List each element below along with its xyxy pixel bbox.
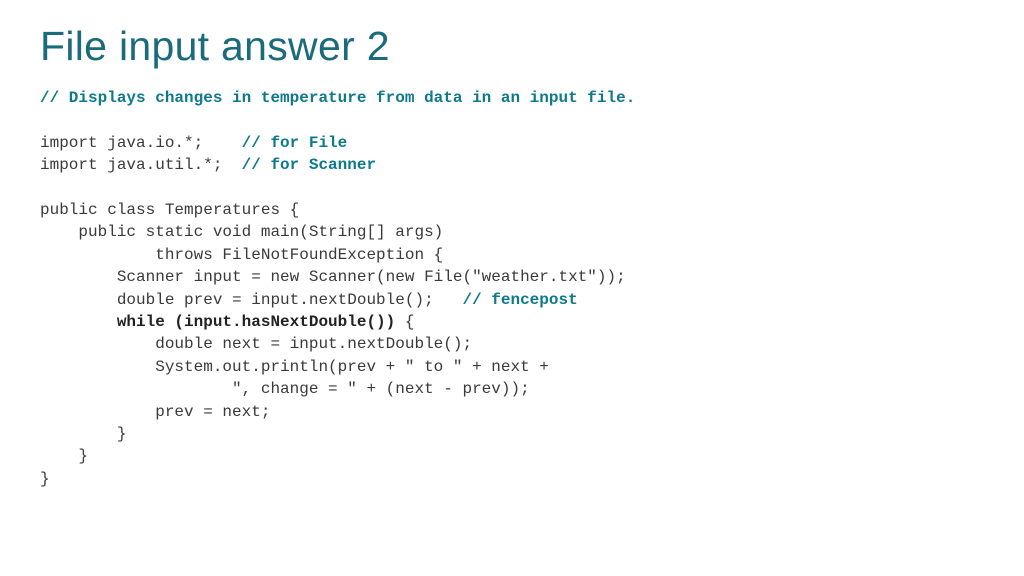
while-loop: while (input.hasNextDouble()) — [40, 313, 395, 331]
while-brace: { — [395, 313, 414, 331]
comment-file: // for File — [242, 134, 348, 152]
prev-init: double prev = input.nextDouble(); — [40, 291, 462, 309]
println-1: System.out.println(prev + " to " + next … — [40, 358, 549, 376]
scanner-init: Scanner input = new Scanner(new File("we… — [40, 268, 626, 286]
main-decl: public static void main(String[] args) — [40, 223, 443, 241]
close-class: } — [40, 470, 50, 488]
class-decl: public class Temperatures { — [40, 201, 299, 219]
comment-fencepost: // fencepost — [462, 291, 577, 309]
import-io: import java.io.*; — [40, 134, 242, 152]
close-main: } — [40, 447, 88, 465]
slide: File input answer 2 // Displays changes … — [0, 0, 1024, 576]
code-block: // Displays changes in temperature from … — [40, 87, 984, 490]
println-2: ", change = " + (next - prev)); — [40, 380, 530, 398]
next-decl: double next = input.nextDouble(); — [40, 335, 472, 353]
prev-assign: prev = next; — [40, 403, 270, 421]
comment-scanner: // for Scanner — [242, 156, 376, 174]
throws-decl: throws FileNotFoundException { — [40, 246, 443, 264]
slide-title: File input answer 2 — [40, 24, 984, 69]
import-util: import java.util.*; — [40, 156, 242, 174]
comment-header: // Displays changes in temperature from … — [40, 89, 635, 107]
close-while: } — [40, 425, 126, 443]
